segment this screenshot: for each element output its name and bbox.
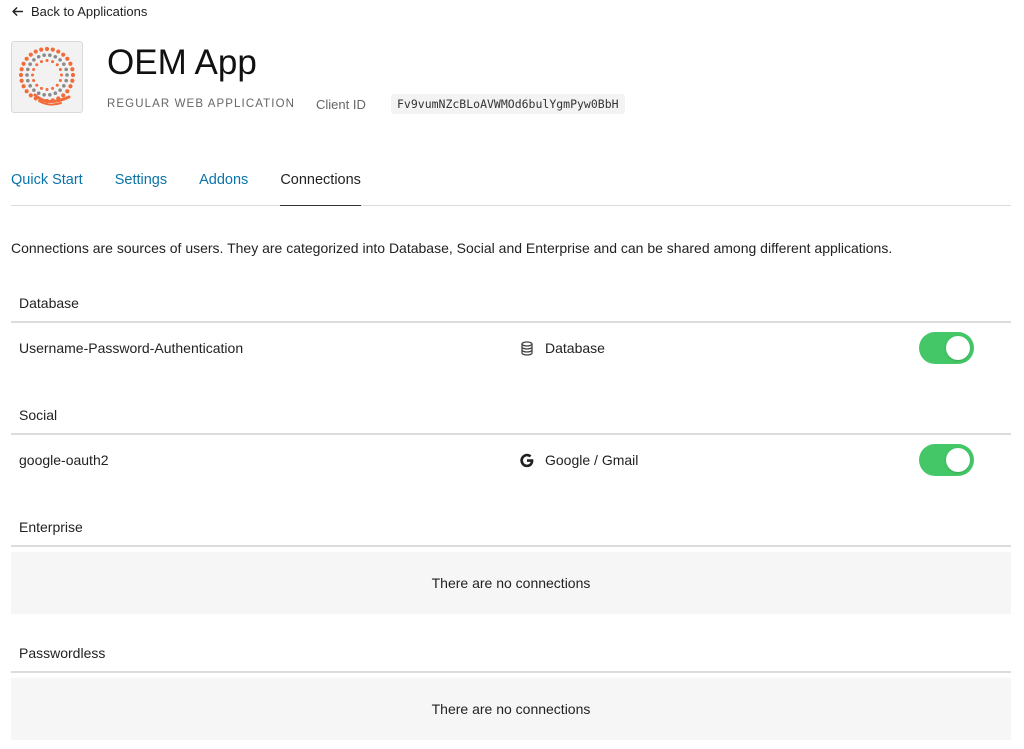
section-header-passwordless: Passwordless <box>11 645 1011 673</box>
connection-row-social: google-oauth2 Google / Gmail <box>11 436 1011 488</box>
toggle-knob <box>946 448 970 472</box>
app-type: REGULAR WEB APPLICATION <box>107 98 296 110</box>
arrow-left-icon <box>12 7 24 16</box>
database-connection-toggle[interactable] <box>919 332 974 364</box>
database-icon <box>519 340 535 356</box>
toggle-knob <box>946 336 970 360</box>
connection-type-label: Google / Gmail <box>545 452 639 468</box>
back-to-applications-link[interactable]: Back to Applications <box>11 4 147 19</box>
tab-addons[interactable]: Addons <box>199 168 248 206</box>
section-header-database: Database <box>11 295 1011 323</box>
passwordless-empty-state: There are no connections <box>11 678 1011 740</box>
connection-name: Username-Password-Authentication <box>19 340 244 356</box>
tab-connections[interactable]: Connections <box>280 168 361 206</box>
tab-quick-start[interactable]: Quick Start <box>11 168 83 206</box>
connection-type-label: Database <box>545 340 605 356</box>
connection-row-database: Username-Password-Authentication Databas… <box>11 324 1011 376</box>
enterprise-empty-state: There are no connections <box>11 552 1011 614</box>
client-id-label: Client ID <box>316 97 366 112</box>
connection-type: Google / Gmail <box>519 452 638 468</box>
app-logo-icon <box>18 46 76 106</box>
app-logo <box>11 41 83 113</box>
section-header-enterprise: Enterprise <box>11 519 1011 547</box>
section-header-social: Social <box>11 407 1011 435</box>
connections-description: Connections are sources of users. They a… <box>11 240 893 256</box>
google-icon <box>519 452 535 468</box>
tab-bar: Quick Start Settings Addons Connections <box>11 168 1011 206</box>
client-id-value[interactable]: Fv9vumNZcBLoAVWMOd6bulYgmPyw0BbH <box>391 94 625 114</box>
social-connection-toggle[interactable] <box>919 444 974 476</box>
connection-type: Database <box>519 340 605 356</box>
back-link-label: Back to Applications <box>31 4 148 19</box>
connection-name: google-oauth2 <box>19 452 109 468</box>
tab-settings[interactable]: Settings <box>115 168 167 206</box>
app-title: OEM App <box>107 43 257 82</box>
